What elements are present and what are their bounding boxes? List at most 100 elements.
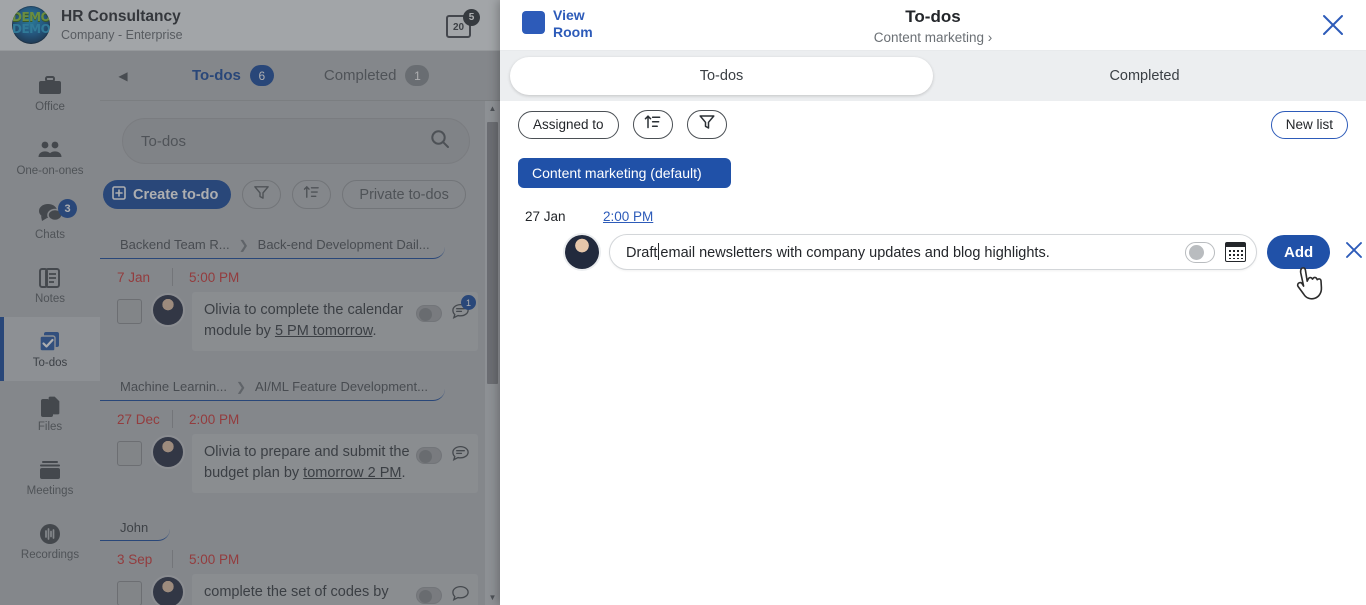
list-item[interactable]: 27 Dec 2:00 PM Olivia to prepare and sub… <box>100 408 500 493</box>
list-scrollbar[interactable]: ▲ ▼ <box>485 101 500 605</box>
breadcrumb-right: Back-end Development Dail... <box>258 237 430 252</box>
todo-time: 5:00 PM <box>189 270 239 285</box>
todo-meta: 3 Sep 5:00 PM <box>117 548 500 570</box>
list-item[interactable]: 3 Sep 5:00 PM complete the set of codes … <box>100 548 500 605</box>
comment-icon[interactable] <box>451 584 470 605</box>
sort-button[interactable] <box>633 110 673 139</box>
todo-bubble-icons <box>416 444 470 467</box>
calendar-icon[interactable] <box>1225 242 1246 262</box>
todo-date: 7 Jan <box>117 270 172 285</box>
chevron-right-icon: ❯ <box>236 380 246 394</box>
close-icon[interactable] <box>1320 12 1346 43</box>
sidebar-item-one-on-ones[interactable]: One-on-ones <box>0 125 100 189</box>
comment-icon[interactable] <box>451 444 470 467</box>
todo-checkbox[interactable] <box>117 299 142 324</box>
todo-date: 3 Sep <box>117 552 172 567</box>
breadcrumb-left: Machine Learnin... <box>120 379 227 394</box>
calendar-dots <box>1228 249 1243 259</box>
tab-completed[interactable]: Completed <box>933 57 1356 95</box>
back-triangle-icon[interactable]: ◀ <box>110 69 136 83</box>
new-list-button[interactable]: New list <box>1271 111 1348 139</box>
scrollbar-track[interactable] <box>485 116 500 590</box>
list-item[interactable]: 7 Jan 5:00 PM Olivia to complete the cal… <box>100 266 500 351</box>
scroll-down-arrow-icon[interactable]: ▼ <box>489 590 497 605</box>
private-todos-button[interactable]: Private to-dos <box>342 180 465 209</box>
tab-todos[interactable]: To-dos <box>510 57 933 95</box>
checkbox-stack-icon <box>37 330 63 354</box>
sidebar-item-notes[interactable]: Notes <box>0 253 100 317</box>
breadcrumb-left: Backend Team R... <box>120 237 230 252</box>
compose-row: 27 Jan 2:00 PM Draftemail newsletters wi… <box>500 206 1366 270</box>
create-todo-button[interactable]: Create to-do <box>103 180 231 209</box>
view-room-button[interactable]: View Room <box>522 7 593 41</box>
tab-todos[interactable]: To-dos 6 <box>192 65 274 86</box>
plus-square-icon <box>112 186 126 204</box>
todo-toggle[interactable] <box>416 447 442 464</box>
todo-checkbox[interactable] <box>117 441 142 466</box>
sidebar-item-office[interactable]: Office <box>0 61 100 125</box>
list-group-owner[interactable]: John <box>100 515 170 541</box>
chats-badge: 3 <box>58 199 77 218</box>
compose-input-line: Draftemail newsletters with company upda… <box>525 234 1366 270</box>
sidebar-item-label: Office <box>35 101 65 113</box>
sidebar-item-label: To-dos <box>33 357 68 369</box>
comment-icon[interactable]: 1 <box>451 302 470 325</box>
search-icon <box>429 128 451 155</box>
list-filter-button[interactable] <box>242 180 281 209</box>
scroll-up-arrow-icon[interactable]: ▲ <box>489 101 497 116</box>
add-button[interactable]: Add <box>1267 235 1330 269</box>
left-nav-rail: Office One-on-ones 3 Chats Notes <box>0 51 100 605</box>
todo-bubble: Olivia to complete the calendar module b… <box>192 292 478 351</box>
todo-text-input[interactable]: Draftemail newsletters with company upda… <box>609 234 1257 270</box>
tab-completed[interactable]: Completed 1 <box>324 65 430 86</box>
filter-button[interactable] <box>687 110 727 139</box>
room-square-icon <box>522 11 545 34</box>
avatar <box>153 437 183 467</box>
todo-toggle[interactable] <box>416 305 442 322</box>
list-tab-row: ◀ To-dos 6 Completed 1 <box>100 51 500 101</box>
filter-funnel-icon <box>698 113 716 136</box>
chevron-right-icon: ❯ <box>239 238 249 252</box>
compose-meta: 27 Jan 2:00 PM <box>525 206 1366 226</box>
modal-header: View Room To-dos Content marketing › <box>500 0 1366 51</box>
search-input[interactable]: To-dos <box>122 118 470 164</box>
org-subtitle: Company - Enterprise <box>61 27 183 43</box>
todo-input-value: Draftemail newsletters with company upda… <box>626 243 1050 261</box>
compose-date: 27 Jan <box>525 209 603 224</box>
sidebar-item-label: Meetings <box>27 485 74 497</box>
pointing-hand-cursor <box>1293 265 1327 312</box>
scrollbar-thumb[interactable] <box>487 122 498 384</box>
compose-time[interactable]: 2:00 PM <box>603 209 653 224</box>
notes-icon <box>37 266 63 290</box>
sidebar-item-recordings[interactable]: Recordings <box>0 509 100 573</box>
sidebar-item-to-dos[interactable]: To-dos <box>0 317 100 381</box>
todo-body: Olivia to prepare and submit the budget … <box>117 434 500 493</box>
org-name: HR Consultancy <box>61 8 183 26</box>
list-sort-button[interactable] <box>292 180 331 209</box>
remove-compose-icon[interactable] <box>1342 240 1366 265</box>
company-logo: DEMO DEMO <box>12 6 50 44</box>
todo-text: Olivia to prepare and submit the budget … <box>204 442 414 484</box>
divider <box>172 268 173 286</box>
view-room-line2: Room <box>553 24 593 41</box>
page-title: To-dos <box>500 0 1366 27</box>
list-group-breadcrumb[interactable]: Machine Learnin... ❯ AI/ML Feature Devel… <box>100 373 445 401</box>
tab-todos-label: To-dos <box>192 67 241 84</box>
priority-toggle[interactable] <box>1185 242 1215 263</box>
todo-toggle[interactable] <box>416 587 442 604</box>
list-tag-content-marketing[interactable]: Content marketing (default) <box>518 158 731 188</box>
tab-completed-label: Completed <box>1109 68 1179 84</box>
view-room-text: View Room <box>553 7 593 41</box>
sidebar-item-meetings[interactable]: Meetings <box>0 445 100 509</box>
todo-bubble: complete the set of codes by <box>192 574 478 605</box>
todo-checkbox[interactable] <box>117 581 142 605</box>
calendar-button[interactable]: 20 5 <box>446 9 480 41</box>
list-group-breadcrumb[interactable]: Backend Team R... ❯ Back-end Development… <box>100 231 445 259</box>
avatar <box>153 577 183 605</box>
sidebar-item-files[interactable]: Files <box>0 381 100 445</box>
sidebar-item-chats[interactable]: 3 Chats <box>0 189 100 253</box>
breadcrumb[interactable]: Content marketing › <box>500 30 1366 45</box>
sidebar-item-label: Recordings <box>21 549 79 561</box>
avatar <box>153 295 183 325</box>
assigned-to-button[interactable]: Assigned to <box>518 111 619 139</box>
